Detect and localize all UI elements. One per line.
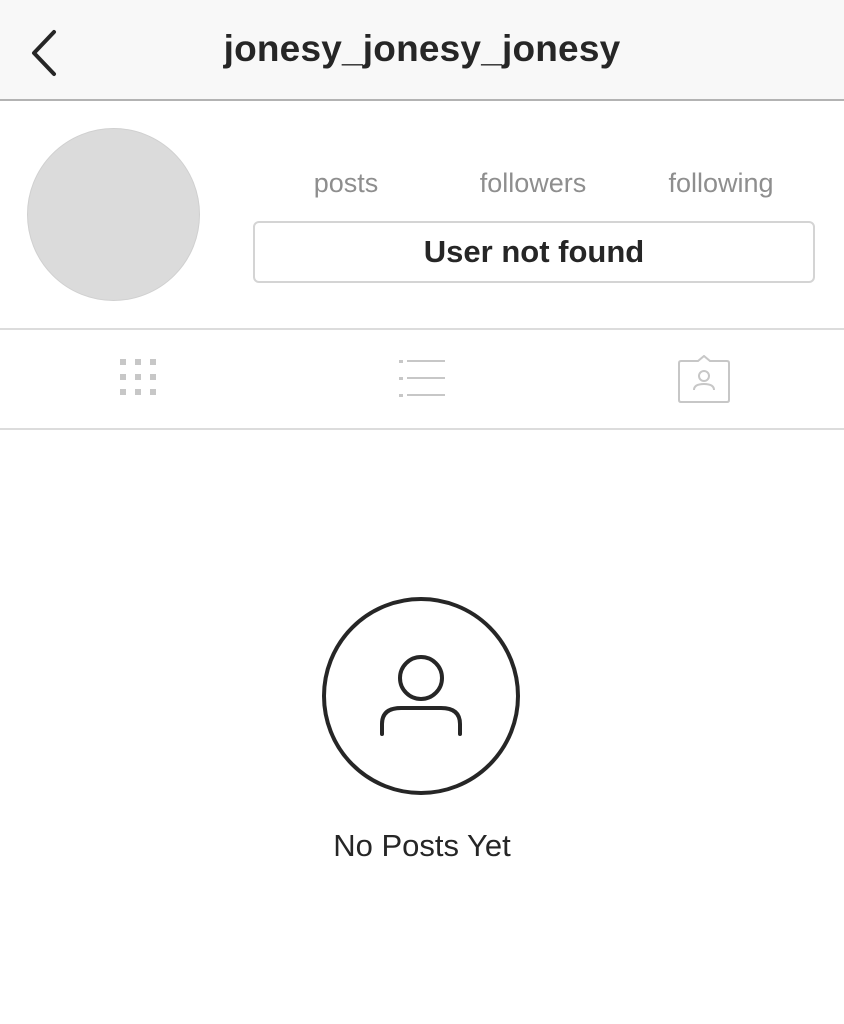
tab-list[interactable] (362, 340, 482, 418)
posts-count-label[interactable]: posts (256, 168, 436, 199)
divider (0, 328, 844, 330)
divider (0, 428, 844, 430)
page-title: jonesy_jonesy_jonesy (223, 28, 621, 69)
list-icon (399, 360, 445, 397)
user-status-button[interactable]: User not found (253, 221, 815, 283)
avatar (27, 128, 200, 301)
navigation-header: jonesy_jonesy_jonesy (0, 0, 844, 101)
tab-tagged[interactable] (644, 340, 764, 418)
grid-icon (120, 359, 156, 395)
followers-count-label[interactable]: followers (443, 168, 623, 199)
empty-state-icon (321, 596, 521, 796)
user-outline-icon (322, 597, 520, 795)
profile-page: jonesy_jonesy_jonesy posts followers fol… (0, 0, 844, 1024)
empty-state-message: No Posts Yet (333, 828, 511, 863)
tagged-photos-icon (678, 355, 730, 403)
following-count-label[interactable]: following (631, 168, 811, 199)
tab-grid[interactable] (80, 340, 200, 418)
